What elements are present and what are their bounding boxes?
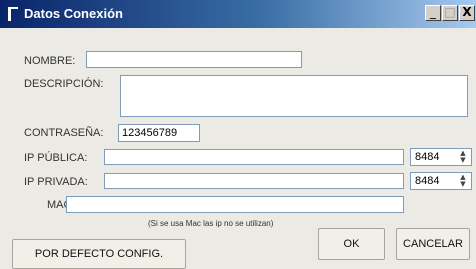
contrasena-label: CONTRASEÑA: [24, 127, 104, 139]
mac-field[interactable] [66, 196, 404, 213]
spinner-arrows-icon[interactable]: ▲ ▼ [456, 150, 470, 164]
ip-publica-port-stepper[interactable]: 8484 ▲ ▼ [410, 148, 472, 166]
window-title: Datos Conexión [24, 6, 123, 21]
title-bar[interactable]: Datos Conexión _ □ X [0, 0, 476, 28]
default-config-button[interactable]: POR DEFECTO CONFIG. [12, 239, 186, 269]
spinner-arrows-icon[interactable]: ▲ ▼ [456, 174, 470, 188]
ip-privada-label: IP PRIVADA: [24, 176, 88, 188]
ip-privada-port-value: 8484 [415, 175, 440, 187]
nombre-label: NOMBRE: [24, 55, 76, 67]
ok-button[interactable]: OK [318, 228, 385, 260]
cancel-button[interactable]: CANCELAR [396, 228, 470, 260]
mac-hint: (Si se usa Mac las ip no se utilizan) [148, 219, 274, 228]
descripcion-label: DESCRIPCIÓN: [24, 78, 104, 90]
maximize-button[interactable]: □ [442, 5, 458, 21]
ip-publica-label: IP PÚBLICA: [24, 152, 88, 164]
descripcion-field[interactable] [120, 75, 468, 117]
connection-dialog: Datos Conexión _ □ X NOMBRE: DESCRIPCIÓN… [0, 0, 476, 269]
contrasena-field[interactable]: 123456789 [118, 124, 200, 142]
ip-privada-port-stepper[interactable]: 8484 ▲ ▼ [410, 172, 472, 190]
close-button[interactable]: X [459, 5, 475, 21]
ip-publica-field[interactable] [104, 149, 404, 165]
minimize-button[interactable]: _ [425, 5, 441, 21]
window-icon [8, 7, 18, 21]
ip-privada-field[interactable] [104, 173, 404, 189]
ip-publica-port-value: 8484 [415, 151, 440, 163]
nombre-field[interactable] [86, 51, 302, 68]
